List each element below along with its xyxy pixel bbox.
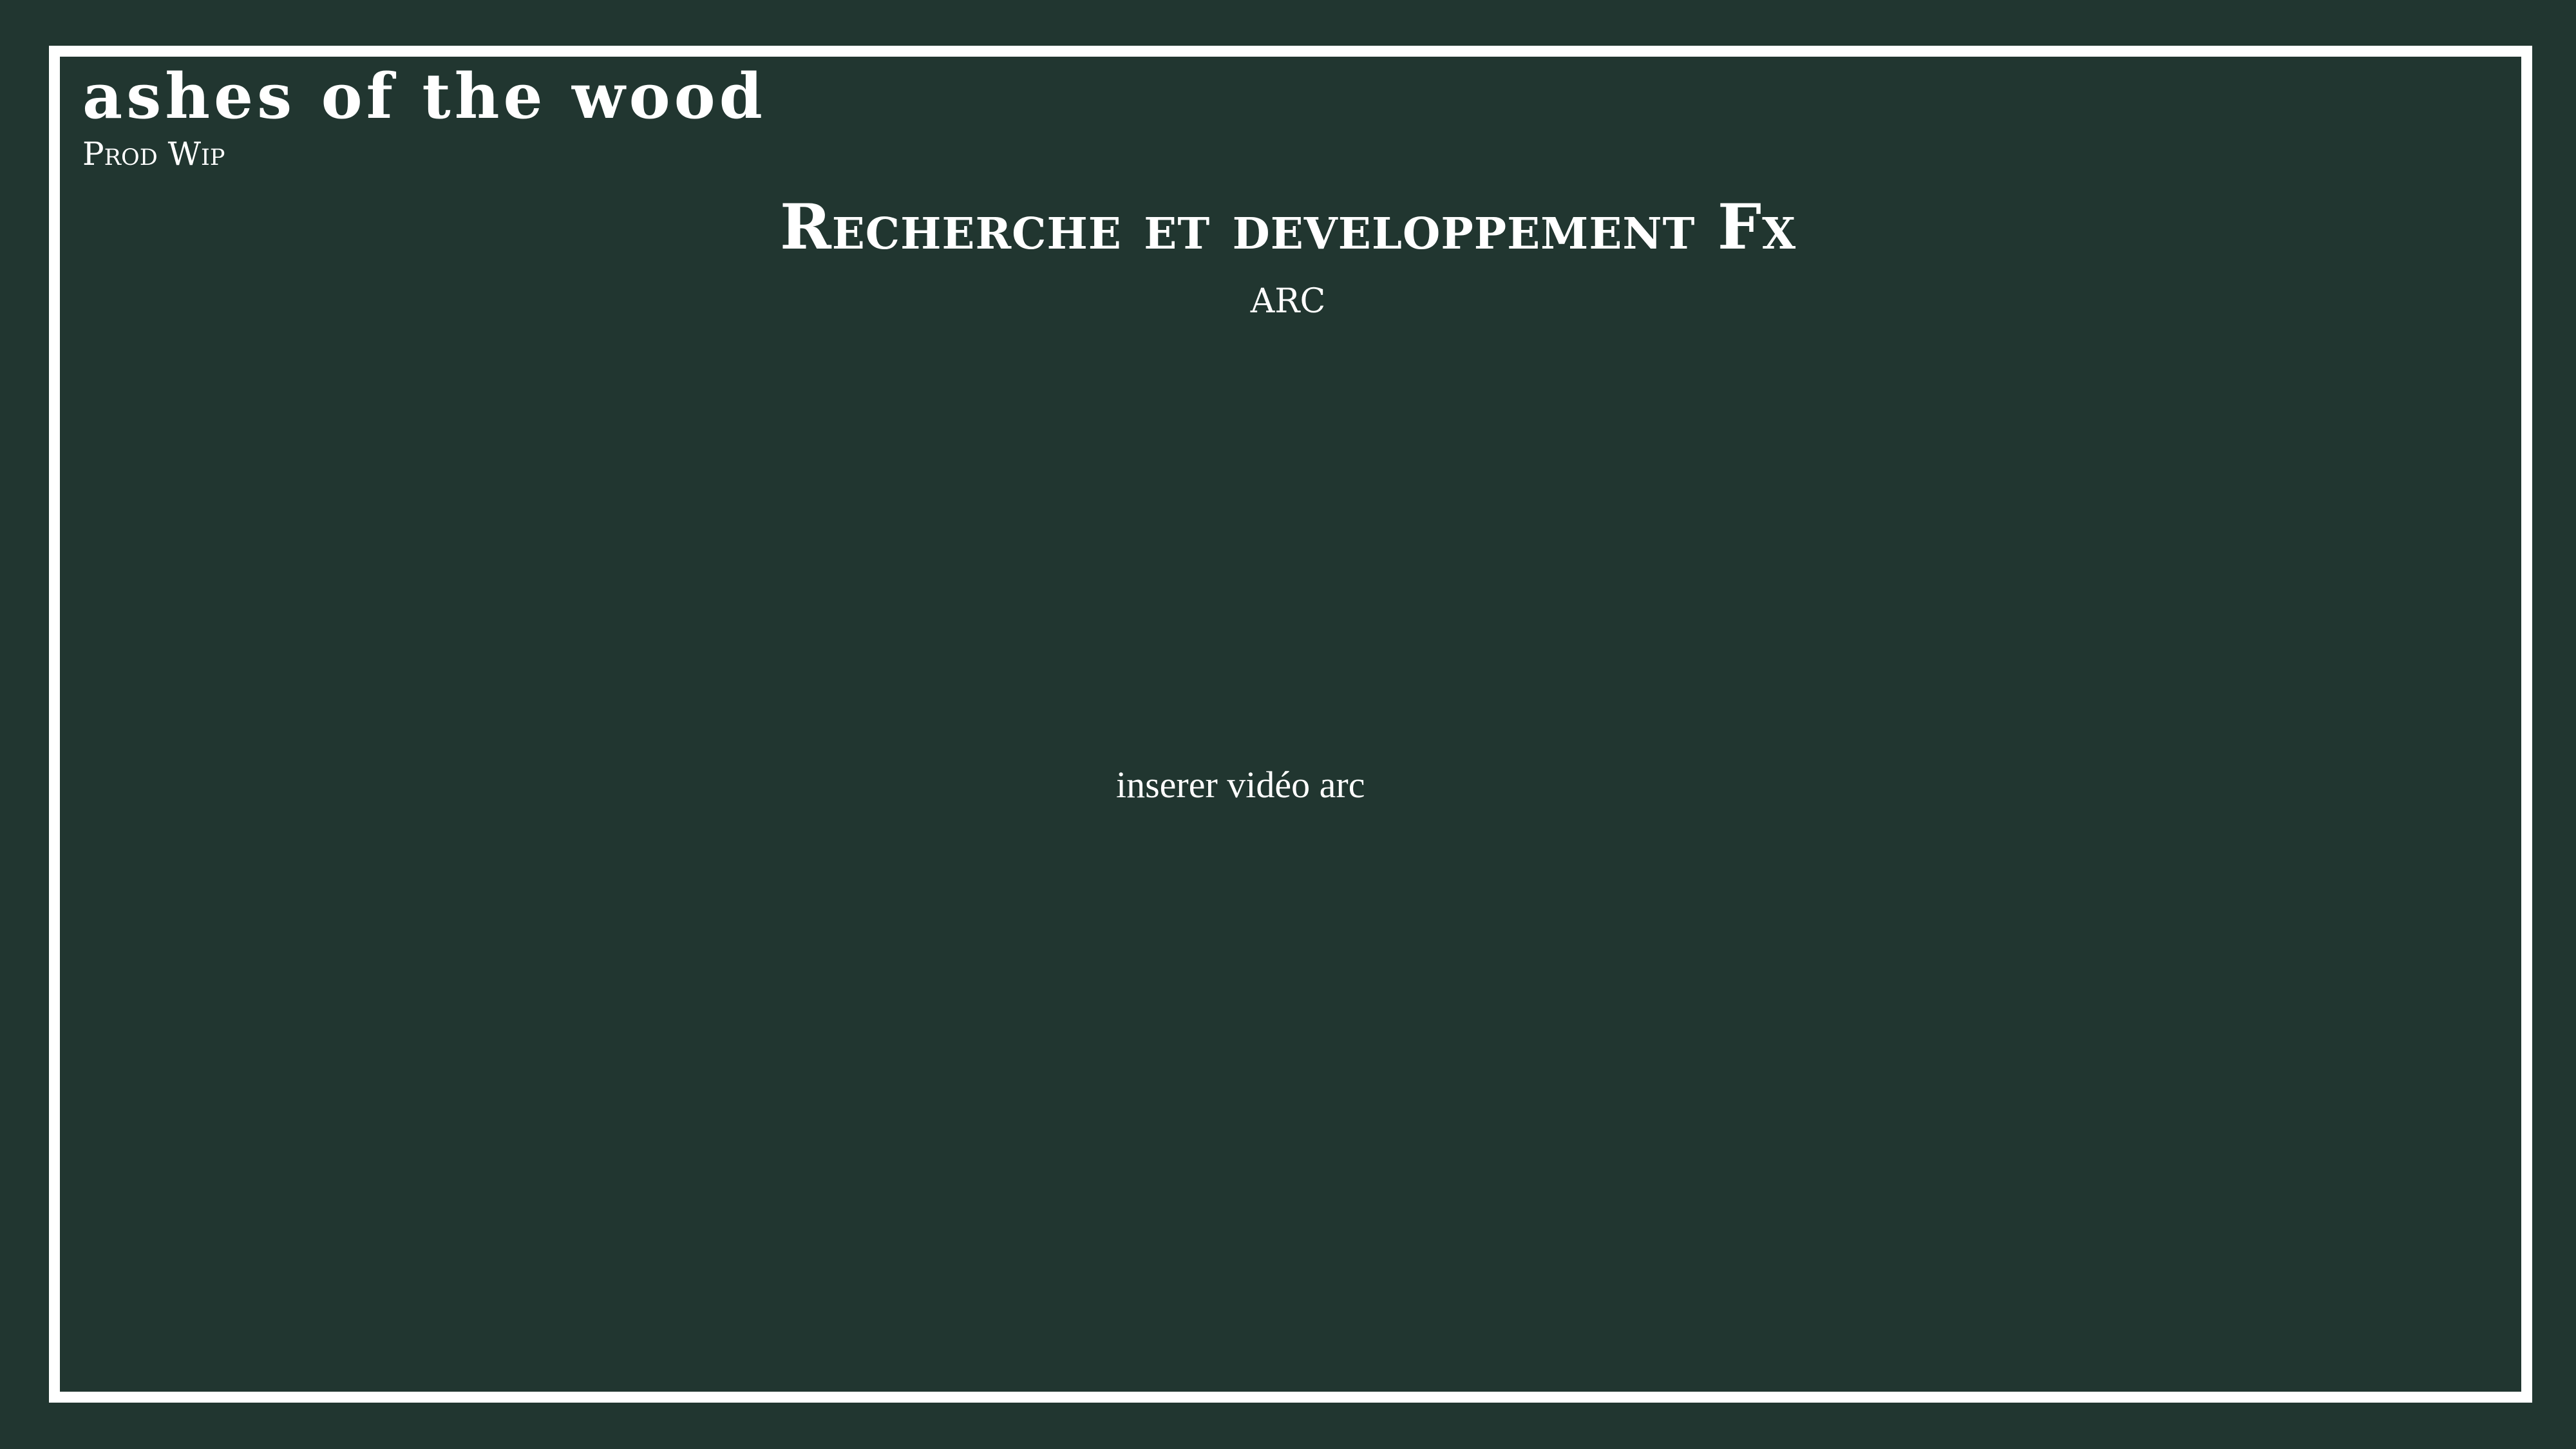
page-subtitle: ARC <box>1250 282 1326 321</box>
brand-subtitle: Prod Wip <box>82 135 225 173</box>
video-placeholder-text: inserer vidéo arc <box>1116 764 1365 806</box>
brand-title: ashes of the wood <box>82 60 766 133</box>
page-title: Recherche et developpement Fx <box>779 191 1797 263</box>
